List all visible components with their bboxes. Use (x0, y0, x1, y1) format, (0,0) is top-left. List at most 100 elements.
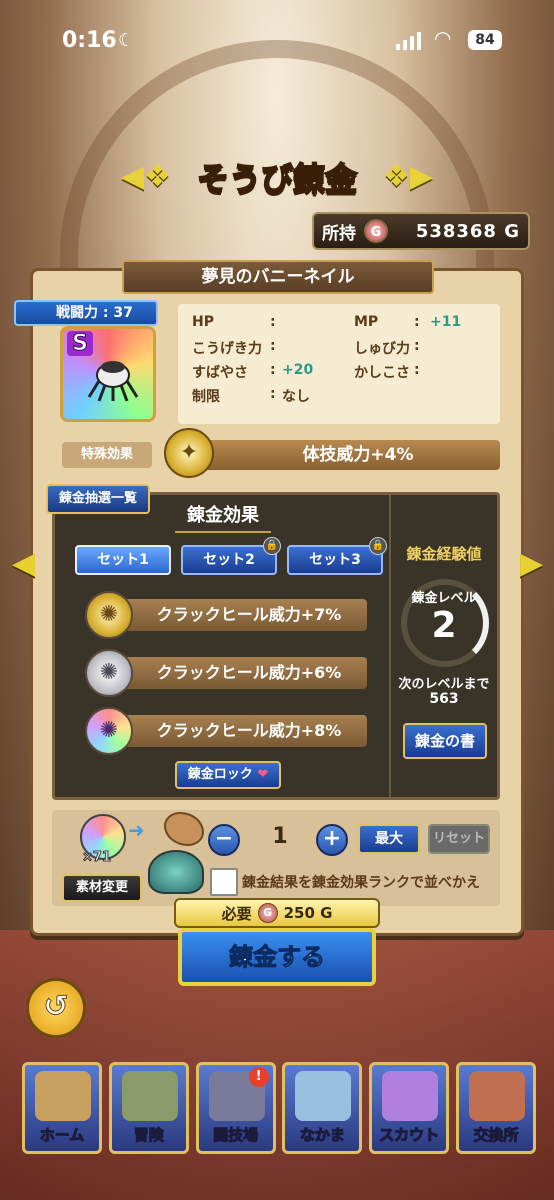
monster-icon (295, 1071, 352, 1121)
next-level-value: 563 (429, 691, 459, 707)
set-1-tab[interactable]: セット1 (75, 545, 171, 575)
stat-wis-label: かしこさ (354, 365, 410, 381)
exp-title: 錬金経験値 (406, 545, 482, 563)
nav-label: 交換所 (473, 1126, 519, 1145)
ornament-right-icon: ❖▶ (383, 159, 433, 194)
page-title: そうび錬金 (196, 159, 358, 199)
material-change-button[interactable]: 素材変更 (62, 874, 142, 902)
stat-atk-colon: : (270, 338, 276, 354)
nav-home[interactable]: ホーム (22, 1062, 102, 1154)
material-count: ×71 (82, 850, 112, 866)
next-arrow-icon[interactable]: ▶ (520, 544, 543, 584)
effect-text: クラックヒール威力+6% (111, 657, 367, 689)
cost-label: 必要 (221, 904, 252, 923)
stats-box: HP : MP : +11 こうげき力 : しゅび力 : すばやさ : +20 … (178, 304, 500, 424)
stat-hp: HP (192, 314, 214, 330)
level-value: 2 (431, 605, 457, 646)
spider-nail-icon (87, 361, 139, 402)
nav-label: 冒険 (133, 1126, 164, 1145)
rainbow-medal-icon: ✺ (85, 707, 133, 755)
nav-label: スカウト (379, 1126, 440, 1145)
effect-text: クラックヒール威力+8% (111, 715, 367, 747)
ornament-left-icon: ◀❖ (121, 159, 171, 194)
set-3-label: セット3 (309, 552, 361, 568)
special-effect-row: 特殊効果 ✦ 体技威力+4% (62, 428, 500, 478)
material-area: ×71 素材変更 ➜ − 1 + 最大 リセット 錬金結果を錬金効果ランクで並べ… (52, 810, 500, 906)
sort-checkbox[interactable] (210, 868, 238, 896)
gold-label: 所持 (322, 223, 356, 244)
stat-hp-colon: : (270, 314, 276, 330)
alchemy-book-button[interactable]: 錬金の書 (403, 723, 487, 759)
tent-icon (35, 1071, 91, 1121)
nav-label: ホーム (39, 1126, 85, 1145)
stat-wis-colon: : (414, 362, 420, 378)
stat-hp-label: HP (192, 314, 214, 330)
item-icon[interactable]: S (60, 326, 156, 422)
nav-scout[interactable]: スカウト (369, 1062, 450, 1154)
reset-button[interactable]: リセット (428, 824, 490, 854)
stat-spd-label: すばやさ (192, 365, 248, 381)
silver-medal-icon: ✺ (85, 649, 133, 697)
battery-indicator: 84 (468, 30, 502, 50)
stat-mp: MP (354, 314, 378, 330)
stat-mp-label: MP (354, 314, 379, 330)
cost-value: 250 G (283, 904, 333, 922)
minus-button[interactable]: − (208, 824, 240, 856)
alchemy-button[interactable]: 錬金する (178, 928, 376, 986)
nav-exchange[interactable]: 交換所 (455, 1062, 536, 1154)
gold-medal-icon: ✺ (85, 591, 133, 639)
nav-arena[interactable]: ! 闘技場 (195, 1062, 276, 1154)
set-3-tab[interactable]: セット3 🔒 (287, 537, 387, 575)
stat-def-colon: : (414, 338, 420, 354)
quantity-value: 1 (272, 824, 288, 849)
effect-panel: 錬金効果 セット1 セット2 🔒 セット3 🔒 ✺ クラックヒール威力+7% ✺… (52, 492, 500, 800)
stat-spd-colon: : (270, 362, 276, 378)
moon-icon: ☾ (118, 30, 135, 51)
status-time: 0:16 (62, 28, 117, 53)
special-effect-label: 特殊効果 (62, 442, 152, 468)
plus-button[interactable]: + (316, 824, 348, 856)
heart-icon: ❤ (257, 767, 269, 782)
special-medal-icon: ✦ (164, 428, 214, 478)
screen-title: ◀❖ そうび錬金 ❖▶ (0, 152, 554, 202)
stat-mp-value: +11 (430, 314, 462, 330)
set-2-label: セット2 (203, 552, 255, 568)
power-badge: 戦闘力 : 37 (14, 300, 158, 326)
nav-label: 闘技場 (213, 1126, 259, 1145)
alchemy-lock-label: 錬金ロック (187, 767, 253, 782)
gold-bag-icon: G (257, 903, 278, 923)
lock-icon: 🔒 (263, 537, 281, 555)
stat-limit-colon: : (270, 386, 276, 402)
status-bar: 0:16 ☾ ◠ 84 (0, 0, 554, 84)
set-1-label: セット1 (97, 552, 149, 568)
lock-icon: 🔒 (369, 537, 387, 555)
max-button[interactable]: 最大 (358, 824, 420, 854)
effect-row: ✺ クラックヒール威力+7% (85, 591, 367, 639)
gold-bag-icon: G (364, 219, 388, 243)
nav-adventure[interactable]: 冒険 (108, 1062, 189, 1154)
back-button[interactable]: ↺ (26, 978, 86, 1038)
exchange-icon (468, 1071, 525, 1121)
arrow-icon: ➜ (128, 818, 145, 842)
alchemy-lock-button[interactable]: 錬金ロック ❤ (175, 761, 281, 789)
effect-divider (175, 531, 271, 533)
wifi-icon: ◠ (434, 26, 452, 50)
item-name: 夢見のバニーネイル (122, 260, 434, 294)
lottery-list-button[interactable]: 錬金抽選一覧 (46, 484, 150, 514)
bread-icon (164, 812, 204, 846)
nav-party[interactable]: なかま (282, 1062, 363, 1154)
sort-label: 錬金結果を錬金効果ランクで並べかえ (242, 875, 480, 891)
prev-arrow-icon[interactable]: ◀ (12, 544, 35, 584)
set-2-tab[interactable]: セット2 🔒 (181, 537, 281, 575)
stat-limit-value: なし (282, 389, 310, 405)
cost-display: 必要 G 250 G (174, 898, 380, 928)
level-label: 錬金レベル (411, 591, 477, 606)
alchemy-pot-icon (148, 850, 204, 894)
stat-limit-label: 制限 (192, 389, 220, 405)
effect-row: ✺ クラックヒール威力+6% (85, 649, 367, 697)
effect-row: ✺ クラックヒール威力+8% (85, 707, 367, 755)
gold-value: 538368 G (415, 220, 520, 242)
stat-atk-label: こうげき力 (192, 341, 262, 357)
stat-def-label: しゅび力 (354, 341, 410, 357)
gold-display: 所持 G 538368 G (312, 212, 530, 250)
